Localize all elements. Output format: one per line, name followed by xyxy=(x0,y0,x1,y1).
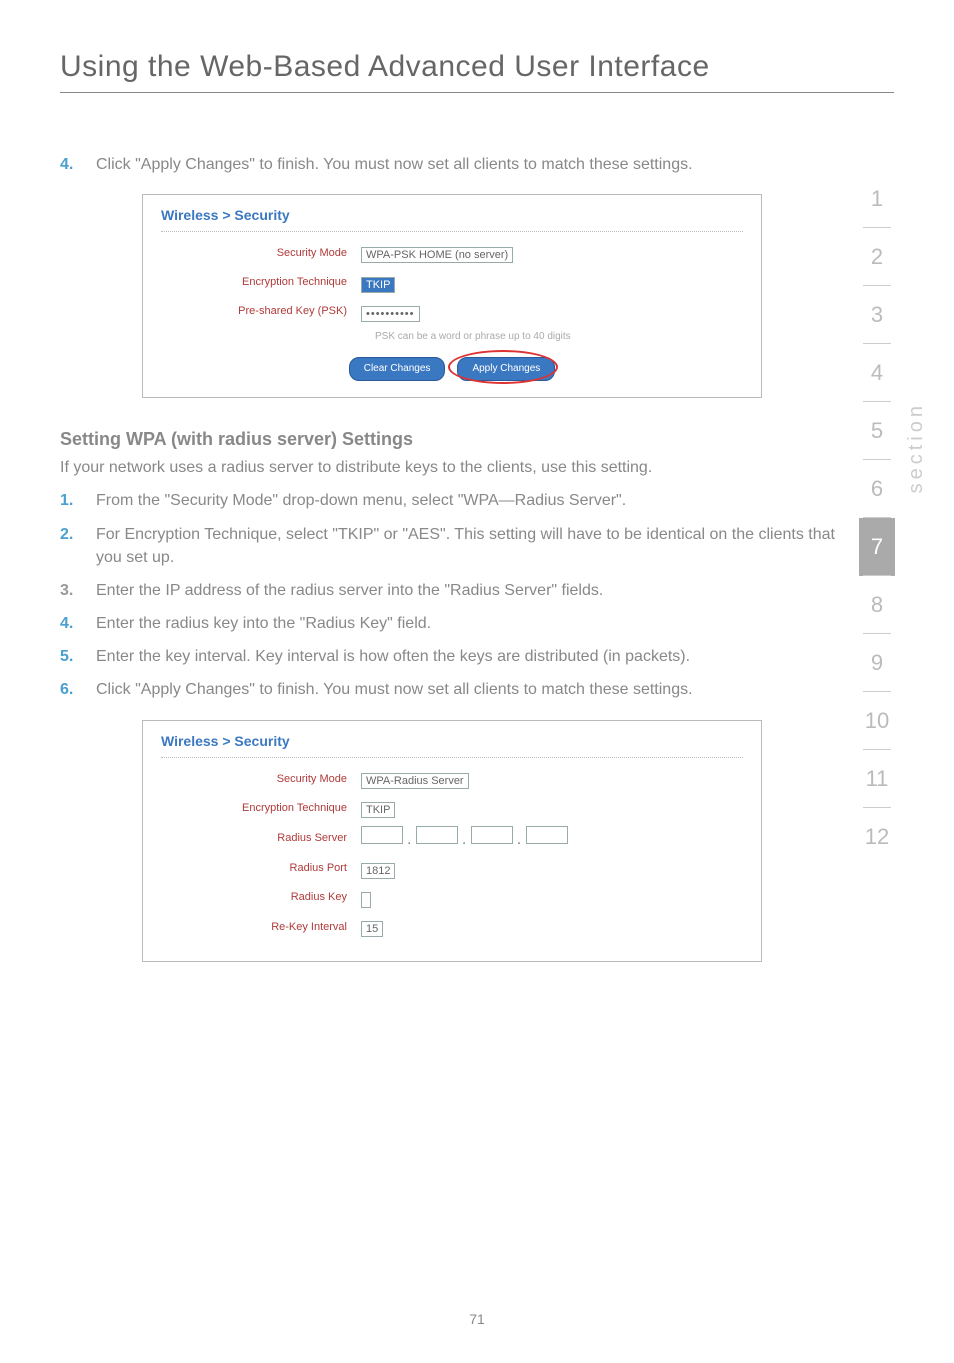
encryption-select-2[interactable]: TKIP xyxy=(361,802,395,818)
step-5: 5. Enter the key interval. Key interval … xyxy=(60,645,844,668)
panel1-mode-ctrl: WPA-PSK HOME (no server) xyxy=(361,242,743,265)
panel2-enc-row: Encryption Technique TKIP xyxy=(161,797,743,820)
panel1-psk-label: Pre-shared Key (PSK) xyxy=(161,304,361,320)
page-header: Using the Web-Based Advanced User Interf… xyxy=(0,0,954,113)
panel2-key-ctrl xyxy=(361,887,743,910)
panel2-server-ctrl: . . . xyxy=(361,826,743,851)
screenshot-panel-1-wrap: Wireless > Security Security Mode WPA-PS… xyxy=(60,194,844,398)
panel1-mode-label: Security Mode xyxy=(161,246,361,262)
radius-ip-2[interactable] xyxy=(416,826,458,844)
page-title: Using the Web-Based Advanced User Interf… xyxy=(60,50,894,93)
psk-input[interactable]: •••••••••• xyxy=(361,306,420,322)
wpa-intro: If your network uses a radius server to … xyxy=(60,456,844,479)
screenshot-panel-2: Wireless > Security Security Mode WPA-Ra… xyxy=(142,720,762,962)
panel2-key-row: Radius Key xyxy=(161,887,743,910)
panel2-rekey-row: Re-Key Interval 15 xyxy=(161,916,743,939)
radius-port-input[interactable]: 1812 xyxy=(361,863,395,879)
section-nav-6[interactable]: 6 xyxy=(859,460,895,518)
step-number: 6. xyxy=(60,678,96,701)
panel1-psk-ctrl: •••••••••• xyxy=(361,301,743,324)
panel1-enc-label: Encryption Technique xyxy=(161,275,361,291)
wpa-heading: Setting WPA (with radius server) Setting… xyxy=(60,426,844,452)
panel2-mode-row: Security Mode WPA-Radius Server xyxy=(161,768,743,791)
screenshot-panel-1: Wireless > Security Security Mode WPA-PS… xyxy=(142,194,762,398)
section-nav-11[interactable]: 11 xyxy=(859,750,895,808)
step-text: From the "Security Mode" drop-down menu,… xyxy=(96,489,844,512)
step-3: 3. Enter the IP address of the radius se… xyxy=(60,579,844,602)
top-step: 4. Click "Apply Changes" to finish. You … xyxy=(60,153,844,176)
panel2-key-label: Radius Key xyxy=(161,890,361,906)
step-text: Enter the radius key into the "Radius Ke… xyxy=(96,612,844,635)
panel1-title: Wireless > Security xyxy=(161,205,743,232)
page-number: 71 xyxy=(0,1311,954,1327)
section-nav-10[interactable]: 10 xyxy=(859,692,895,750)
step-6: 6. Click "Apply Changes" to finish. You … xyxy=(60,678,844,701)
panel2-server-label: Radius Server xyxy=(161,831,361,847)
section-nav-12[interactable]: 12 xyxy=(859,808,895,866)
panel2-port-ctrl: 1812 xyxy=(361,858,743,881)
panel2-rekey-ctrl: 15 xyxy=(361,916,743,939)
panel2-port-label: Radius Port xyxy=(161,861,361,877)
step-number: 5. xyxy=(60,645,96,668)
rekey-interval-input[interactable]: 15 xyxy=(361,921,383,937)
security-mode-select[interactable]: WPA-PSK HOME (no server) xyxy=(361,247,513,263)
section-nav-1[interactable]: 1 xyxy=(859,170,895,228)
panel2-rekey-label: Re-Key Interval xyxy=(161,920,361,936)
panel2-mode-ctrl: WPA-Radius Server xyxy=(361,768,743,791)
security-mode-select-2[interactable]: WPA-Radius Server xyxy=(361,773,469,789)
apply-changes-label: Apply Changes xyxy=(472,363,540,374)
panel2-enc-label: Encryption Technique xyxy=(161,801,361,817)
step-number: 1. xyxy=(60,489,96,512)
section-nav-2[interactable]: 2 xyxy=(859,228,895,286)
panel2-title: Wireless > Security xyxy=(161,731,743,758)
step-number: 2. xyxy=(60,523,96,569)
section-nav: 1 2 3 4 5 6 7 8 9 10 11 12 xyxy=(859,170,895,866)
panel1-psk-row: Pre-shared Key (PSK) •••••••••• xyxy=(161,301,743,324)
radius-key-input[interactable] xyxy=(361,892,371,908)
radius-ip-4[interactable] xyxy=(526,826,568,844)
section-nav-4[interactable]: 4 xyxy=(859,344,895,402)
step-4: 4. Enter the radius key into the "Radius… xyxy=(60,612,844,635)
screenshot-panel-2-wrap: Wireless > Security Security Mode WPA-Ra… xyxy=(60,720,844,962)
section-nav-8[interactable]: 8 xyxy=(859,576,895,634)
step-1: 1. From the "Security Mode" drop-down me… xyxy=(60,489,844,512)
panel2-port-row: Radius Port 1812 xyxy=(161,858,743,881)
panel2-enc-ctrl: TKIP xyxy=(361,797,743,820)
section-nav-9[interactable]: 9 xyxy=(859,634,895,692)
section-sidebar: 1 2 3 4 5 6 7 8 9 10 11 12 section xyxy=(859,170,928,866)
clear-changes-button[interactable]: Clear Changes xyxy=(349,357,446,382)
step-text: Click "Apply Changes" to finish. You mus… xyxy=(96,153,844,176)
panel1-enc-row: Encryption Technique TKIP xyxy=(161,272,743,295)
section-nav-5[interactable]: 5 xyxy=(859,402,895,460)
section-nav-3[interactable]: 3 xyxy=(859,286,895,344)
step-2: 2. For Encryption Technique, select "TKI… xyxy=(60,523,844,569)
psk-hint: PSK can be a word or phrase up to 40 dig… xyxy=(375,330,743,345)
panel1-enc-ctrl: TKIP xyxy=(361,272,743,295)
panel1-mode-row: Security Mode WPA-PSK HOME (no server) xyxy=(161,242,743,265)
section-label: section xyxy=(905,402,928,493)
section-nav-7[interactable]: 7 xyxy=(859,518,895,576)
step-text: For Encryption Technique, select "TKIP" … xyxy=(96,523,844,569)
panel1-buttons: Clear Changes Apply Changes xyxy=(161,357,743,382)
main-content: 4. Click "Apply Changes" to finish. You … xyxy=(0,113,954,1020)
panel2-mode-label: Security Mode xyxy=(161,772,361,788)
step-text: Click "Apply Changes" to finish. You mus… xyxy=(96,678,844,701)
apply-changes-button[interactable]: Apply Changes xyxy=(457,357,555,382)
step-text: Enter the IP address of the radius serve… xyxy=(96,579,844,602)
step-number: 4. xyxy=(60,153,96,176)
step-number: 3. xyxy=(60,579,96,602)
radius-ip-3[interactable] xyxy=(471,826,513,844)
radius-ip-1[interactable] xyxy=(361,826,403,844)
step-number: 4. xyxy=(60,612,96,635)
panel2-server-row: Radius Server . . . xyxy=(161,826,743,851)
step-text: Enter the key interval. Key interval is … xyxy=(96,645,844,668)
encryption-select[interactable]: TKIP xyxy=(361,277,395,293)
